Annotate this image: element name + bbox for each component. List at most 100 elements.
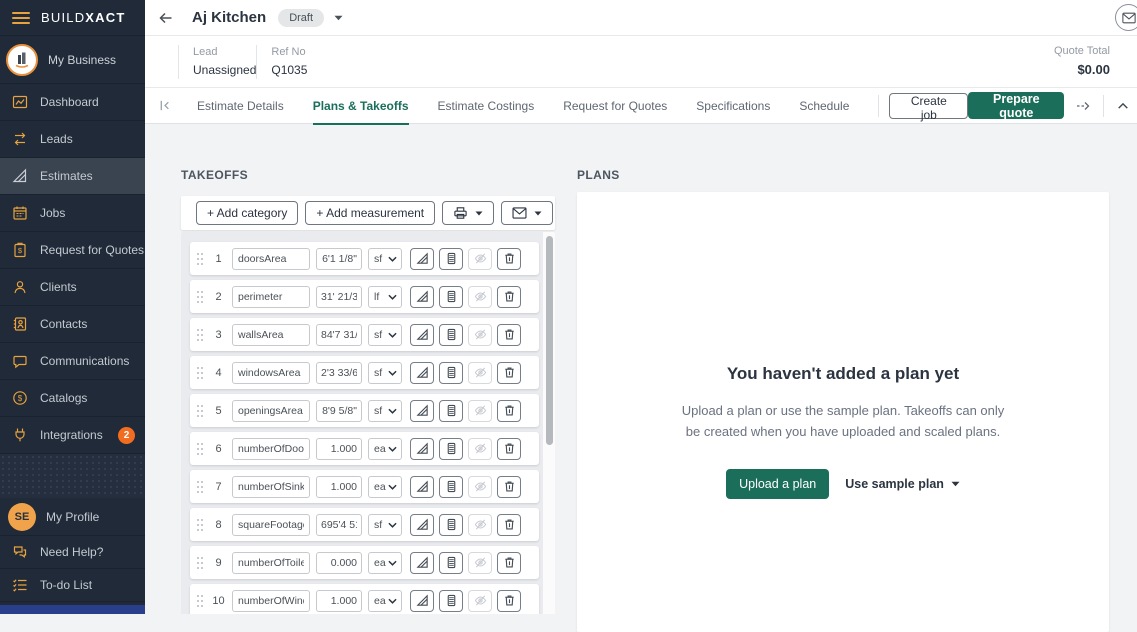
- tab[interactable]: Specifications: [696, 88, 770, 124]
- sidebar-item-catalogs[interactable]: $ Catalogs: [0, 380, 145, 417]
- sidebar-item-my-profile[interactable]: SE My Profile: [0, 498, 145, 536]
- sidebar-item-clients[interactable]: Clients: [0, 269, 145, 306]
- hamburger-icon[interactable]: [12, 9, 30, 27]
- set-square-button[interactable]: [410, 552, 434, 574]
- collapse-panel-icon[interactable]: [158, 98, 173, 113]
- drag-handle-icon[interactable]: [197, 519, 203, 531]
- delete-row-button[interactable]: [497, 286, 521, 308]
- email-menu-button[interactable]: [501, 201, 553, 225]
- set-square-button[interactable]: [410, 248, 434, 270]
- delete-row-button[interactable]: [497, 552, 521, 574]
- calculator-button[interactable]: [439, 400, 463, 422]
- unit-select[interactable]: sf: [368, 514, 402, 536]
- measurement-name-input[interactable]: [232, 286, 310, 308]
- create-job-button[interactable]: Create job: [889, 93, 968, 119]
- calculator-button[interactable]: [439, 324, 463, 346]
- hide-measurement-button[interactable]: [468, 438, 492, 460]
- calculator-button[interactable]: [439, 286, 463, 308]
- sidebar-item-integrations[interactable]: Integrations 2: [0, 417, 145, 454]
- print-menu-button[interactable]: [442, 201, 494, 225]
- hide-measurement-button[interactable]: [468, 476, 492, 498]
- drag-handle-icon[interactable]: [197, 329, 203, 341]
- unit-select[interactable]: sf: [368, 324, 402, 346]
- sidebar-item-request-for-quotes[interactable]: $ Request for Quotes: [0, 232, 145, 269]
- delete-row-button[interactable]: [497, 248, 521, 270]
- measurement-name-input[interactable]: [232, 438, 310, 460]
- hide-measurement-button[interactable]: [468, 362, 492, 384]
- measurement-name-input[interactable]: [232, 476, 310, 498]
- drag-handle-icon[interactable]: [197, 443, 203, 455]
- hide-measurement-button[interactable]: [468, 552, 492, 574]
- measurement-name-input[interactable]: [232, 248, 310, 270]
- measurement-value-input[interactable]: [316, 438, 362, 460]
- delete-row-button[interactable]: [497, 476, 521, 498]
- calculator-button[interactable]: [439, 476, 463, 498]
- measurement-value-input[interactable]: [316, 514, 362, 536]
- unit-select[interactable]: ea: [368, 438, 402, 460]
- set-square-button[interactable]: [410, 514, 434, 536]
- dashed-arrow-icon[interactable]: [1075, 99, 1091, 113]
- sidebar-item-contacts[interactable]: Contacts: [0, 306, 145, 343]
- add-measurement-button[interactable]: + Add measurement: [305, 201, 435, 225]
- drag-handle-icon[interactable]: [197, 253, 203, 265]
- add-category-button[interactable]: + Add category: [196, 201, 298, 225]
- hide-measurement-button[interactable]: [468, 514, 492, 536]
- calculator-button[interactable]: [439, 552, 463, 574]
- set-square-button[interactable]: [410, 590, 434, 612]
- hide-measurement-button[interactable]: [468, 590, 492, 612]
- tab[interactable]: Estimate Details: [197, 88, 284, 124]
- measurement-value-input[interactable]: [316, 400, 362, 422]
- hide-measurement-button[interactable]: [468, 248, 492, 270]
- delete-row-button[interactable]: [497, 400, 521, 422]
- upload-plan-button[interactable]: Upload a plan: [726, 469, 829, 499]
- measurement-value-input[interactable]: [316, 324, 362, 346]
- tab[interactable]: Request for Quotes: [563, 88, 667, 124]
- takeoffs-scrollbar-track[interactable]: [543, 232, 555, 614]
- takeoffs-scrollbar-thumb[interactable]: [546, 236, 553, 445]
- set-square-button[interactable]: [410, 400, 434, 422]
- measurement-value-input[interactable]: [316, 248, 362, 270]
- sidebar-item-communications[interactable]: Communications: [0, 343, 145, 380]
- sidebar-item-estimates[interactable]: Estimates: [0, 158, 145, 195]
- measurement-name-input[interactable]: [232, 514, 310, 536]
- delete-row-button[interactable]: [497, 590, 521, 612]
- drag-handle-icon[interactable]: [197, 405, 203, 417]
- sidebar-item-my-business[interactable]: My Business: [0, 36, 145, 84]
- set-square-button[interactable]: [410, 362, 434, 384]
- unit-select[interactable]: ea: [368, 476, 402, 498]
- unit-select[interactable]: sf: [368, 248, 402, 270]
- unit-select[interactable]: sf: [368, 400, 402, 422]
- prepare-quote-button[interactable]: Prepare quote: [968, 92, 1064, 119]
- tab[interactable]: Plans & Takeoffs: [313, 88, 409, 124]
- sidebar-item-todo-list[interactable]: To-do List: [0, 569, 145, 602]
- measurement-name-input[interactable]: [232, 590, 310, 612]
- measurement-value-input[interactable]: [316, 476, 362, 498]
- calculator-button[interactable]: [439, 248, 463, 270]
- sidebar-item-jobs[interactable]: Jobs: [0, 195, 145, 232]
- lead-value[interactable]: Unassigned: [193, 63, 256, 77]
- measurement-name-input[interactable]: [232, 400, 310, 422]
- measurement-value-input[interactable]: [316, 286, 362, 308]
- measurement-name-input[interactable]: [232, 362, 310, 384]
- tab[interactable]: Estimate Costings: [438, 88, 535, 124]
- drag-handle-icon[interactable]: [197, 481, 203, 493]
- measurement-value-input[interactable]: [316, 590, 362, 612]
- hide-measurement-button[interactable]: [468, 324, 492, 346]
- hide-measurement-button[interactable]: [468, 286, 492, 308]
- drag-handle-icon[interactable]: [197, 595, 203, 607]
- set-square-button[interactable]: [410, 438, 434, 460]
- unit-select[interactable]: sf: [368, 362, 402, 384]
- hide-measurement-button[interactable]: [468, 400, 492, 422]
- set-square-button[interactable]: [410, 286, 434, 308]
- use-sample-plan-button[interactable]: Use sample plan: [845, 477, 960, 491]
- drag-handle-icon[interactable]: [197, 557, 203, 569]
- drag-handle-icon[interactable]: [197, 291, 203, 303]
- calculator-button[interactable]: [439, 590, 463, 612]
- measurement-value-input[interactable]: [316, 552, 362, 574]
- drag-handle-icon[interactable]: [197, 367, 203, 379]
- unit-select[interactable]: ea: [368, 552, 402, 574]
- delete-row-button[interactable]: [497, 438, 521, 460]
- mail-icon[interactable]: [1115, 4, 1137, 31]
- delete-row-button[interactable]: [497, 514, 521, 536]
- sidebar-item-leads[interactable]: Leads: [0, 121, 145, 158]
